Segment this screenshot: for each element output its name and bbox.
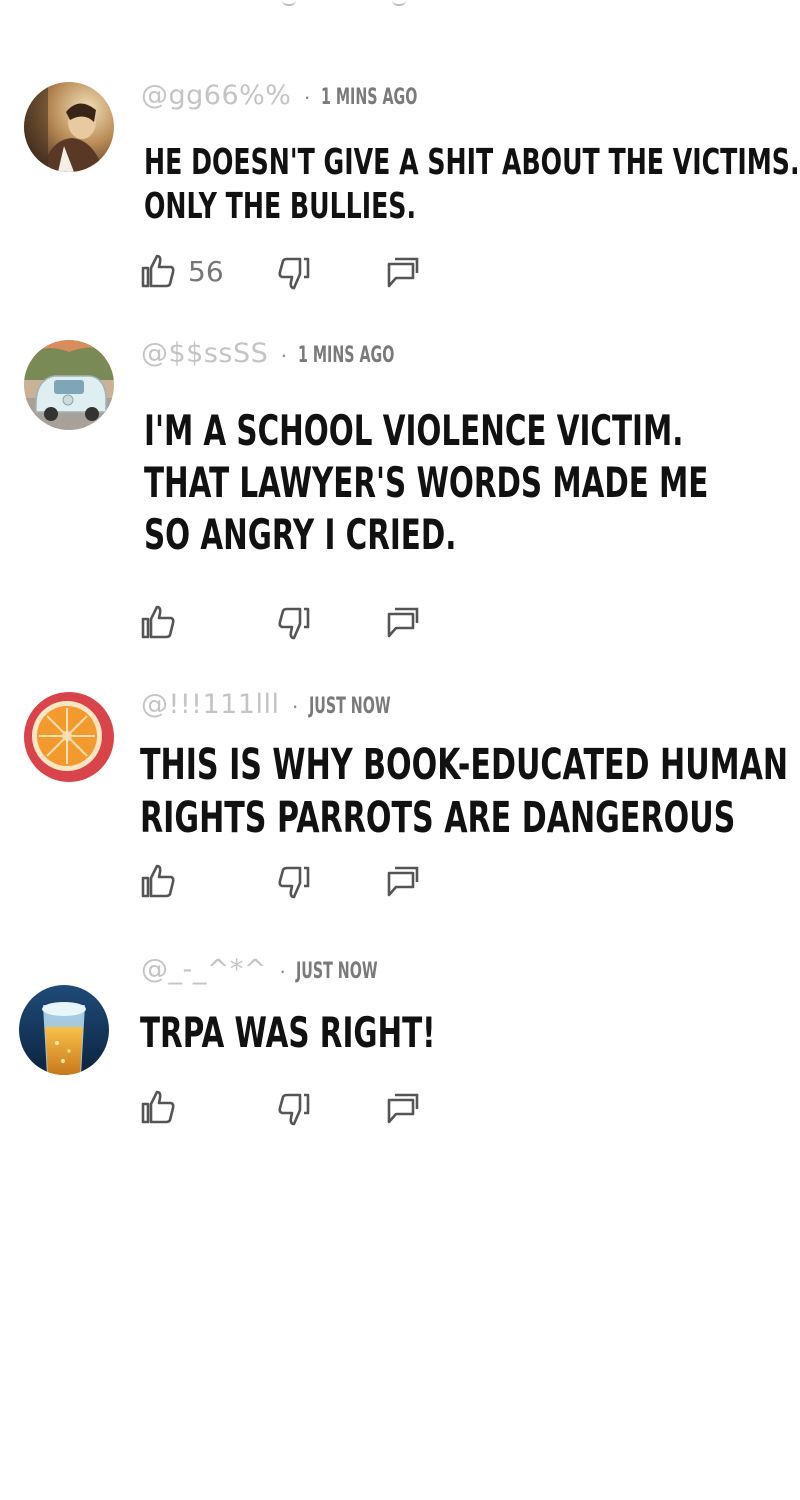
comment-line: HE DOESN'T GIVE A SHIT ABOUT THE VICTIMS…	[144, 142, 800, 183]
comment-text: I'M A SCHOOL VIOLENCE VICTIM. THAT LAWYE…	[144, 405, 708, 561]
timestamp: JUST NOW	[296, 959, 378, 984]
timestamp: 1 MINS AGO	[320, 85, 418, 110]
comment-line: ONLY THE BULLIES.	[144, 186, 417, 227]
timestamp: JUST NOW	[308, 694, 391, 719]
comment-line: TRPA WAS RIGHT!	[140, 1008, 436, 1057]
username[interactable]: @_-_^*^	[141, 954, 267, 985]
username[interactable]: @$$ssSS	[141, 338, 268, 369]
thumbs-up-icon	[141, 864, 175, 898]
separator-dot: ·	[279, 958, 287, 983]
separator-dot: ·	[303, 84, 311, 109]
thumbs-up-icon	[141, 254, 175, 288]
username[interactable]: @!!!111lll	[141, 689, 280, 720]
thumbs-down-icon	[278, 1093, 310, 1126]
previous-comment-fragment	[0, 0, 800, 10]
thumbs-down-icon	[278, 257, 310, 290]
thumbs-down-icon	[278, 866, 310, 899]
comment-line: RIGHTS PARROTS ARE DANGEROUS	[140, 793, 736, 843]
comment-meta: @!!!111lll · JUST NOW	[141, 689, 422, 720]
comment-text: TRPA WAS RIGHT!	[140, 1007, 436, 1059]
thumbs-down-icon	[278, 607, 310, 640]
reply-icon	[387, 607, 419, 638]
like-count: 56	[188, 254, 224, 288]
avatar[interactable]	[24, 82, 114, 172]
separator-dot: ·	[291, 693, 299, 718]
dislike-button[interactable]	[277, 865, 311, 901]
reply-button[interactable]	[386, 1092, 420, 1126]
thumbs-up-icon	[141, 605, 175, 639]
comment-text: THIS IS WHY BOOK-EDUCATED HUMAN RIGHTS P…	[140, 739, 788, 845]
comment-meta: @$$ssSS · 1 MINS AGO	[141, 338, 431, 369]
reply-icon	[387, 257, 419, 288]
reply-icon	[387, 866, 419, 897]
comment-line: THAT LAWYER'S WORDS MADE ME	[144, 458, 709, 507]
avatar[interactable]	[24, 340, 114, 430]
comment-line: I'M A SCHOOL VIOLENCE VICTIM.	[144, 406, 684, 455]
reply-button[interactable]	[386, 606, 420, 640]
avatar[interactable]	[24, 692, 114, 782]
like-button[interactable]: 56	[140, 253, 224, 289]
dislike-button[interactable]	[277, 1092, 311, 1128]
avatar[interactable]	[19, 985, 109, 1075]
person-portrait-avatar-icon	[24, 82, 114, 172]
reply-icon	[387, 1093, 419, 1124]
dislike-button[interactable]	[277, 256, 311, 292]
separator-dot: ·	[280, 342, 288, 367]
like-button[interactable]	[140, 604, 188, 640]
like-button[interactable]	[140, 863, 188, 899]
reply-button[interactable]	[386, 865, 420, 899]
comment-meta: @_-_^*^ · JUST NOW	[141, 954, 410, 985]
orange-slice-avatar-icon	[24, 692, 114, 782]
car-avatar-icon	[24, 340, 114, 430]
comment-text: HE DOESN'T GIVE A SHIT ABOUT THE VICTIMS…	[144, 141, 800, 229]
username[interactable]: @gg66%%	[141, 80, 291, 111]
dislike-button[interactable]	[277, 606, 311, 642]
thumbs-up-icon	[141, 1090, 175, 1124]
comment-line: SO ANGRY I CRIED.	[144, 510, 457, 559]
beer-glass-avatar-icon	[19, 985, 109, 1075]
timestamp: 1 MINS AGO	[297, 343, 394, 368]
like-button[interactable]	[140, 1089, 188, 1125]
comment-meta: @gg66%% · 1 MINS AGO	[141, 80, 455, 111]
comment-line: THIS IS WHY BOOK-EDUCATED HUMAN	[140, 740, 789, 790]
reply-button[interactable]	[386, 256, 420, 290]
